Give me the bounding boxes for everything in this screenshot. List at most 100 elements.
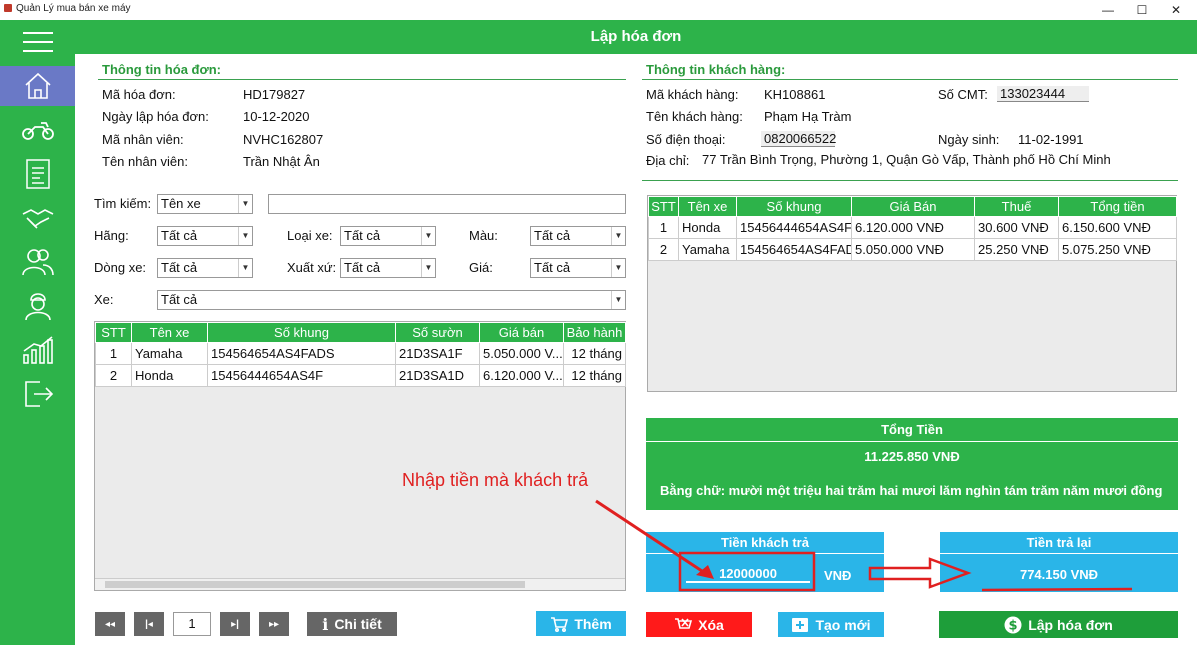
table-cell: 21D3SA1F [395,342,480,365]
delete-button-label: Xóa [698,616,724,633]
detail-button[interactable]: i Chi tiết [307,612,397,636]
invoice-id-value: HD179827 [243,87,306,102]
employee-name-value: Trần Nhật Ân [243,154,320,169]
divider [642,79,1178,80]
create-invoice-button[interactable]: $ Lập hóa đơn [939,611,1178,638]
model-select[interactable]: Tất cả ▼ [157,258,253,278]
sidebar-item-customers[interactable] [0,242,75,282]
table-cell: 12 tháng [563,342,626,365]
search-input[interactable] [268,194,626,214]
annotation-right-arrow [868,557,972,589]
table-row[interactable]: 2 Yamaha 154564654AS4FADS 5.050.000 VNĐ … [648,238,1177,261]
sidebar-item-employees[interactable] [0,286,75,326]
sidebar-item-sales[interactable] [0,198,75,238]
menu-button[interactable] [0,22,75,62]
table-cell: Yamaha [678,238,737,261]
column-header[interactable]: STT [648,196,679,217]
page-number-input[interactable]: 1 [173,612,211,636]
column-header[interactable]: Số khung [736,196,852,217]
table-cell: 2 [648,238,679,261]
divider [98,79,626,80]
info-icon: i [322,614,329,634]
column-header[interactable]: Thuế [974,196,1059,217]
color-select[interactable]: Tất cả ▼ [530,226,626,246]
delete-button[interactable]: Xóa [646,612,752,637]
close-button[interactable]: ✕ [1156,1,1196,19]
prev-page-button[interactable]: |◂ [134,612,164,636]
vehicle-value: Tất cả [161,292,198,307]
price-select[interactable]: Tất cả ▼ [530,258,626,278]
sidebar-item-logout[interactable] [0,374,75,414]
model-value: Tất cả [161,260,198,275]
brand-label: Hãng: [94,228,129,243]
brand-select[interactable]: Tất cả ▼ [157,226,253,246]
column-header[interactable]: Tên xe [131,322,208,343]
horizontal-scrollbar[interactable] [95,578,625,590]
color-value: Tất cả [534,228,571,243]
sidebar-item-home[interactable] [0,66,75,106]
column-header[interactable]: Số sườn [395,322,480,343]
column-header[interactable]: Số khung [207,322,396,343]
column-header[interactable]: Tên xe [678,196,737,217]
sidebar-item-statistics[interactable] [0,330,75,370]
column-header[interactable]: Giá bán [479,322,564,343]
next-page-button[interactable]: ▸| [220,612,250,636]
table-cell: 12 tháng [563,364,626,387]
column-header[interactable]: Giá Bán [851,196,975,217]
table-cell: 154564654AS4FADS [207,342,396,365]
invoice-table: STT Tên xe Số khung Giá Bán Thuế Tổng ti… [648,196,1177,261]
first-page-button[interactable]: ◂◂ [95,612,125,636]
new-button[interactable]: Tạo mới [778,612,884,637]
table-row[interactable]: 1 Yamaha 154564654AS4FADS 21D3SA1F 5.050… [95,342,626,365]
price-label: Giá: [469,260,493,275]
sidebar-item-motorbike[interactable] [0,110,75,150]
table-cell: 1 [648,216,679,239]
invoice-date-value: 10-12-2020 [243,109,310,124]
table-cell: 154564654AS4FADS [736,238,852,261]
origin-label: Xuất xứ: [287,260,337,275]
logout-icon [24,381,53,407]
search-field-value: Tên xe [161,196,201,211]
vehicle-select[interactable]: Tất cả ▼ [157,290,626,310]
table-cell: 25.250 VNĐ [974,238,1059,261]
table-row[interactable]: 1 Honda 15456444654AS4F 6.120.000 VNĐ 30… [648,216,1177,239]
scrollbar-thumb[interactable] [105,581,525,588]
customer-id-value: KH108861 [764,87,826,102]
sidebar-item-invoice[interactable] [0,154,75,194]
table-cell: 6.120.000 V... [479,364,564,387]
table-cell: 5.050.000 VNĐ [851,238,975,261]
birthday-value: 11-02-1991 [1018,132,1084,147]
window-title: Quản Lý mua bán xe máy [16,3,131,14]
title-bar: Quản Lý mua bán xe máy — ☐ ✕ [0,0,1200,20]
employee-id-label: Mã nhân viên: [102,132,184,147]
annotation-underline [981,587,1133,592]
chevron-down-icon: ▼ [421,227,435,245]
phone-label: Số điện thoại: [646,132,726,147]
color-label: Màu: [469,228,498,243]
type-select[interactable]: Tất cả ▼ [340,226,436,246]
column-header[interactable]: Tổng tiền [1058,196,1177,217]
address-label: Địa chỉ: [646,153,690,168]
invoice-date-label: Ngày lập hóa đơn: [102,109,209,124]
total-amount: 11.225.850 VNĐ [864,449,960,464]
table-row[interactable]: 2 Honda 15456444654AS4F 21D3SA1D 6.120.0… [95,364,626,387]
page-header: Lập hóa đơn [75,20,1197,54]
table-cell: 6.120.000 VNĐ [851,216,975,239]
last-page-button[interactable]: ▸▸ [259,612,289,636]
table-cell: Honda [678,216,737,239]
chevron-down-icon: ▼ [611,291,625,309]
model-label: Dòng xe: [94,260,147,275]
invoice-table-container: STT Tên xe Số khung Giá Bán Thuế Tổng ti… [647,195,1177,392]
search-field-select[interactable]: Tên xe ▼ [157,194,253,214]
add-button[interactable]: Thêm [536,611,626,636]
customer-info-title: Thông tin khách hàng: [646,62,786,77]
table-cell: 6.150.600 VNĐ [1058,216,1177,239]
table-cell: 5.075.250 VNĐ [1058,238,1177,261]
app-icon [4,4,12,12]
cart-add-icon [551,616,569,632]
origin-select[interactable]: Tất cả ▼ [340,258,436,278]
column-header[interactable]: Bảo hành [563,322,626,343]
column-header[interactable]: STT [95,322,132,343]
table-cell: 30.600 VNĐ [974,216,1059,239]
new-button-label: Tạo mới [815,616,871,633]
